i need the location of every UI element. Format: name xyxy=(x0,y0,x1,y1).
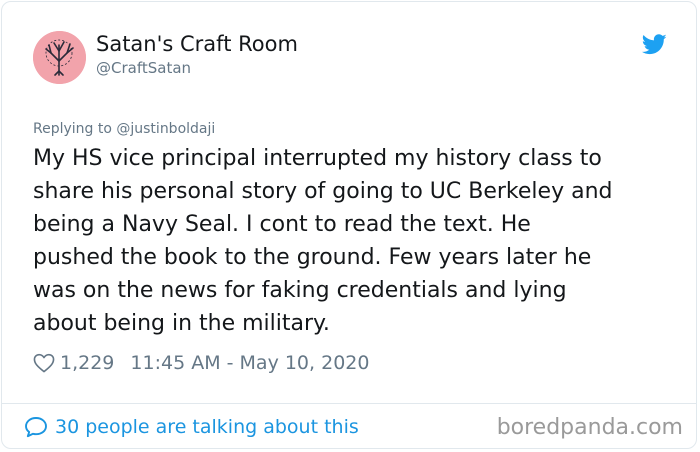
like-count[interactable]: 1,229 xyxy=(60,352,114,374)
replying-to[interactable]: Replying to @justinboldaji xyxy=(33,121,215,137)
author-handle[interactable]: @CraftSatan xyxy=(96,59,191,77)
divider xyxy=(1,403,697,404)
watermark: boredpanda.com xyxy=(496,415,683,440)
author-avatar[interactable] xyxy=(33,31,86,84)
talking-label[interactable]: 30 people are talking about this xyxy=(55,416,359,438)
tweet-meta: 1,229 11:45 AM - May 10, 2020 xyxy=(33,350,369,376)
tweet-text: My HS vice principal interrupted my hist… xyxy=(33,146,613,336)
chat-bubble-icon xyxy=(25,417,47,438)
author-display-name[interactable]: Satan's Craft Room xyxy=(96,32,298,56)
heart-icon[interactable] xyxy=(33,353,55,373)
tree-avatar-icon xyxy=(33,31,86,84)
twitter-bird-icon[interactable] xyxy=(641,34,667,55)
tweet-timestamp[interactable]: 11:45 AM - May 10, 2020 xyxy=(130,352,369,374)
talking-link[interactable]: 30 people are talking about this xyxy=(24,414,359,440)
